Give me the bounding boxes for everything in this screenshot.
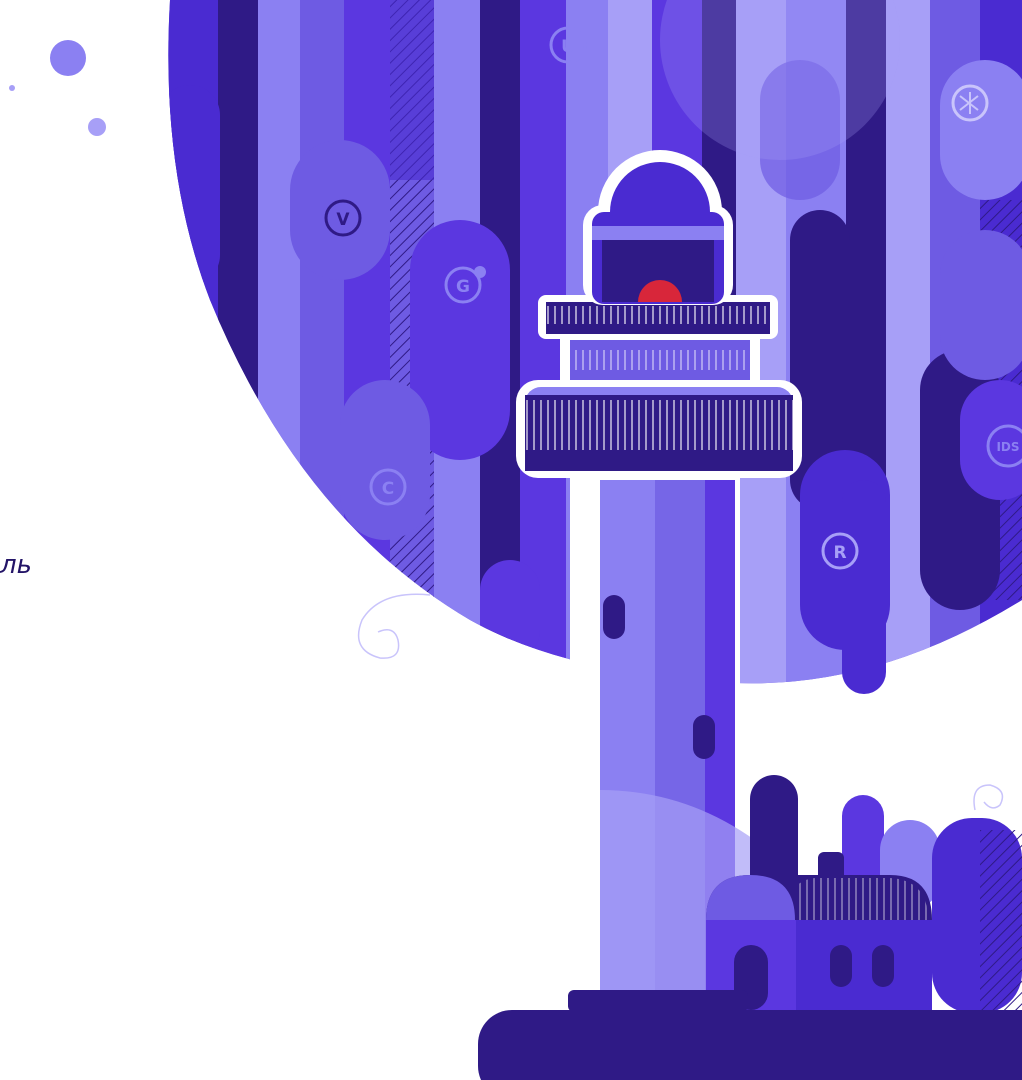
decorative-dot-medium xyxy=(88,118,106,136)
swirl-decoration-right xyxy=(973,784,1004,811)
keeper-house xyxy=(706,775,1022,1013)
swirl-decoration-left xyxy=(357,593,431,659)
svg-text:R: R xyxy=(833,543,846,563)
ground-ledge xyxy=(568,990,748,1012)
svg-text:U: U xyxy=(561,37,575,57)
svg-text:G: G xyxy=(456,277,470,297)
decorative-dot-large xyxy=(50,40,86,76)
promo-page: ль U V G C R IDS xyxy=(0,0,1022,1080)
svg-text:V: V xyxy=(336,210,350,230)
hanging-pill xyxy=(842,480,886,694)
house-window-right xyxy=(872,945,894,987)
ground-base xyxy=(478,1010,1022,1080)
decorative-dot-small xyxy=(9,85,15,91)
house-window-left xyxy=(830,945,852,987)
svg-text:IDS: IDS xyxy=(996,440,1019,454)
lighthouse-illustration: U V G C R IDS xyxy=(9,0,1022,1080)
svg-text:C: C xyxy=(382,479,394,499)
tower-window-lower xyxy=(693,715,715,759)
tower-window-upper xyxy=(603,595,625,639)
